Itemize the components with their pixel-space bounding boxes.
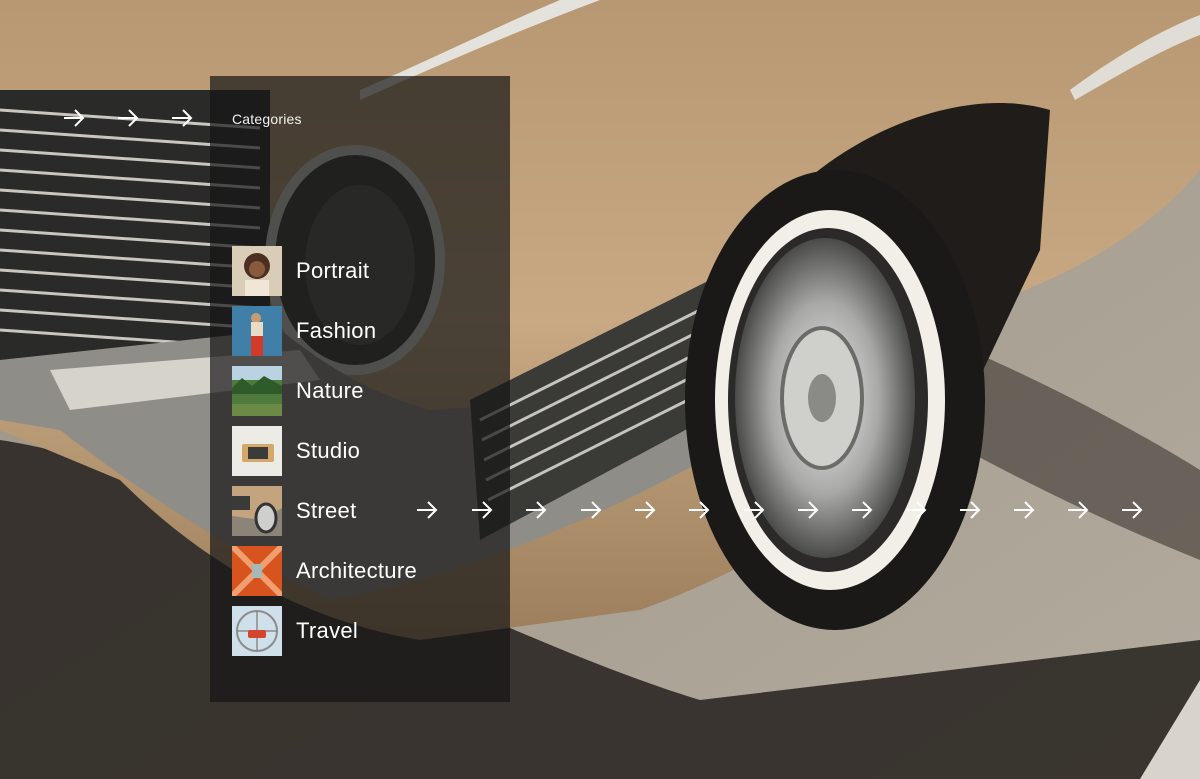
category-item-portrait[interactable]: Portrait — [232, 246, 417, 296]
arrow-right-icon[interactable] — [117, 108, 139, 128]
categories-panel: Categories Portrait Fashion Nature Studi… — [210, 76, 510, 702]
fashion-thumbnail — [232, 306, 282, 356]
category-item-nature[interactable]: Nature — [232, 366, 417, 416]
arrow-right-icon[interactable] — [851, 500, 873, 520]
category-label: Studio — [296, 438, 361, 463]
arrow-right-icon[interactable] — [525, 500, 547, 520]
arrow-right-icon[interactable] — [1067, 500, 1089, 520]
studio-thumbnail — [232, 426, 282, 476]
arrow-right-icon[interactable] — [1121, 500, 1143, 520]
arrow-right-icon[interactable] — [471, 500, 493, 520]
category-item-studio[interactable]: Studio — [232, 426, 417, 476]
travel-thumbnail — [232, 606, 282, 656]
category-item-travel[interactable]: Travel — [232, 606, 417, 656]
arrow-right-icon[interactable] — [63, 108, 85, 128]
arrow-right-icon[interactable] — [688, 500, 710, 520]
arrow-right-icon[interactable] — [797, 500, 819, 520]
category-label: Fashion — [296, 318, 377, 343]
nature-thumbnail — [232, 366, 282, 416]
category-list: Portrait Fashion Nature Studio Street Ar… — [232, 246, 417, 666]
arrow-right-icon[interactable] — [171, 108, 193, 128]
category-item-street[interactable]: Street — [232, 486, 417, 536]
arrow-right-icon[interactable] — [743, 500, 765, 520]
street-thumbnail — [232, 486, 282, 536]
category-label: Travel — [296, 618, 359, 643]
arrow-right-icon[interactable] — [905, 500, 927, 520]
category-item-fashion[interactable]: Fashion — [232, 306, 417, 356]
arrow-right-icon[interactable] — [416, 500, 438, 520]
arrow-right-icon[interactable] — [634, 500, 656, 520]
category-label: Architecture — [296, 558, 417, 583]
category-label: Street — [296, 498, 357, 523]
panel-title: Categories — [232, 111, 302, 127]
category-item-architecture[interactable]: Architecture — [232, 546, 417, 596]
architecture-thumbnail — [232, 546, 282, 596]
portrait-thumbnail — [232, 246, 282, 296]
arrow-right-icon[interactable] — [580, 500, 602, 520]
arrow-right-icon[interactable] — [959, 500, 981, 520]
category-label: Portrait — [296, 258, 370, 283]
category-label: Nature — [296, 378, 364, 403]
arrow-right-icon[interactable] — [1013, 500, 1035, 520]
